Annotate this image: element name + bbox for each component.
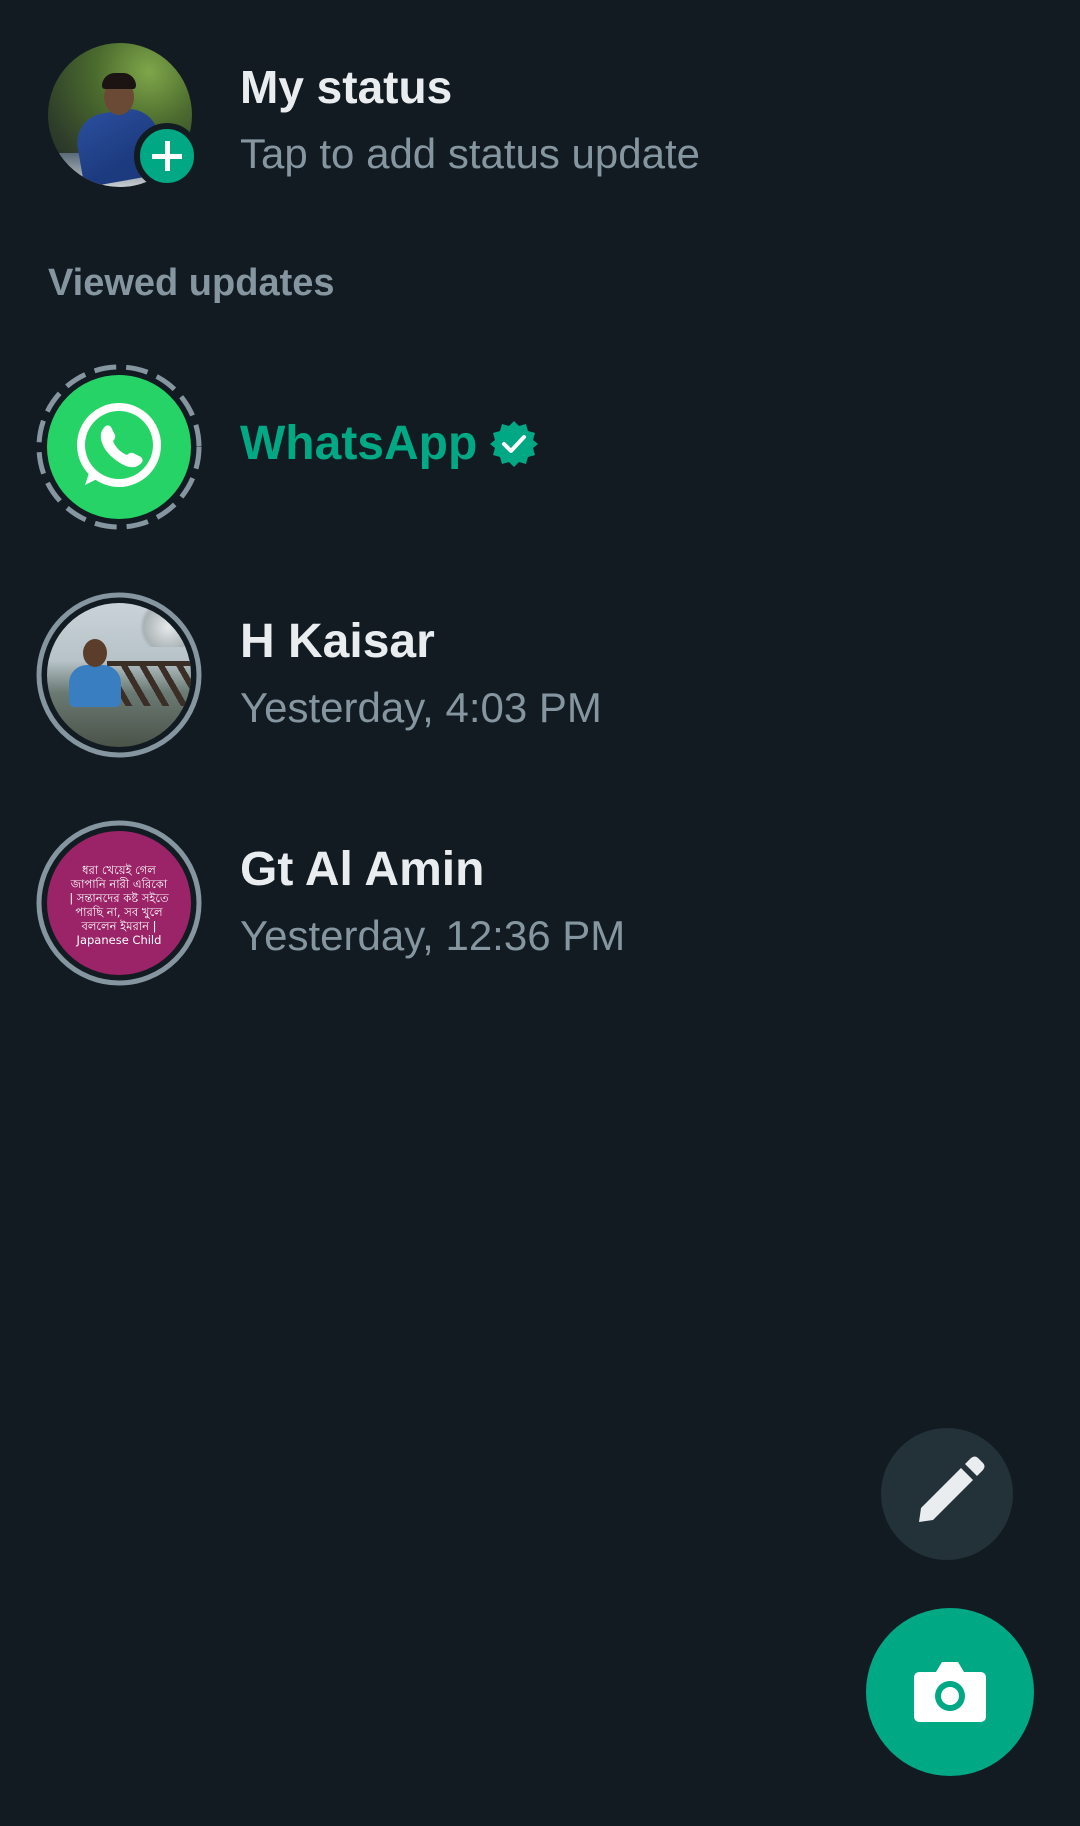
plus-icon <box>152 141 182 171</box>
pencil-icon <box>919 1456 985 1522</box>
status-name: WhatsApp <box>240 416 539 471</box>
whatsapp-icon <box>77 403 161 487</box>
status-row-h-kaisar[interactable]: H Kaisar Yesterday, 4:03 PM <box>0 574 1080 774</box>
camera-icon <box>914 1662 986 1722</box>
status-thumbnail: ধরা খেয়েই গেল জাপানি নারী এরিকো | সন্তা… <box>47 831 191 975</box>
thumbnail-text: ধরা খেয়েই গেল জাপানি নারী এরিকো | সন্তা… <box>69 863 169 947</box>
status-name: H Kaisar <box>240 615 435 668</box>
add-status-badge[interactable] <box>134 123 200 189</box>
status-row-gt-al-amin[interactable]: ধরা খেয়েই গেল জাপানি নারী এরিকো | সন্তা… <box>0 802 1080 1002</box>
my-status-row[interactable]: My status Tap to add status update <box>0 30 1080 210</box>
viewed-updates-header: Viewed updates <box>48 262 335 304</box>
status-thumbnail <box>47 375 191 519</box>
verified-icon <box>490 420 539 467</box>
status-time: Yesterday, 4:03 PM <box>240 684 602 731</box>
status-screen: My status Tap to add status update Viewe… <box>0 0 1080 1826</box>
my-status-title: My status <box>240 61 453 113</box>
camera-button[interactable] <box>866 1608 1034 1776</box>
status-row-whatsapp[interactable]: WhatsApp <box>0 346 1080 546</box>
status-time: Yesterday, 12:36 PM <box>240 912 626 959</box>
status-thumbnail <box>47 603 191 747</box>
my-status-subtitle: Tap to add status update <box>240 130 701 177</box>
status-name: Gt Al Amin <box>240 843 485 896</box>
text-status-button[interactable] <box>881 1428 1013 1560</box>
status-name-text: WhatsApp <box>240 417 478 470</box>
